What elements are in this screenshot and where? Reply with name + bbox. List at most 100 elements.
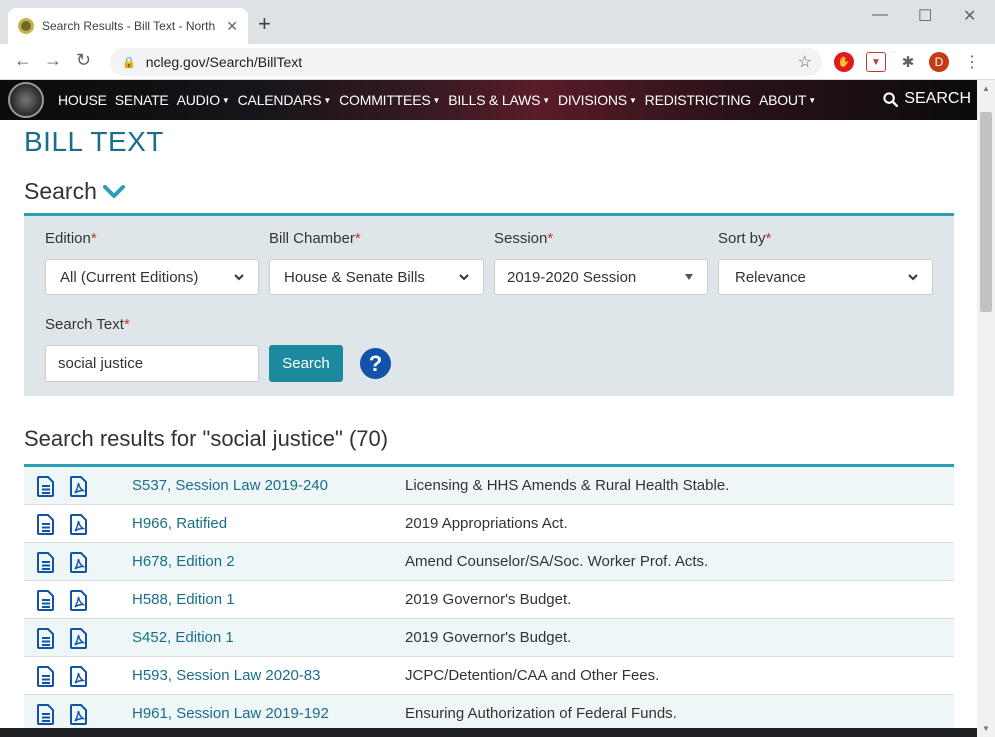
nc-seal-logo[interactable] [8,82,44,118]
adblock-extension-icon[interactable]: ✋ [834,52,854,72]
nav-item-calendars[interactable]: CALENDARS ▼ [238,92,332,108]
taskbar [0,728,977,737]
window-close-icon[interactable]: ✕ [963,6,976,26]
dropdown-arrow-icon [234,273,244,280]
caret-down-icon: ▼ [432,96,441,105]
bill-link[interactable]: H593, Session Law 2020-83 [132,667,320,684]
nav-item-house[interactable]: HOUSE [58,92,107,108]
url-text: ncleg.gov/Search/BillText [145,54,303,70]
search-icon [883,91,899,107]
document-icon[interactable] [37,666,55,687]
reload-icon[interactable]: ↻ [76,50,91,71]
search-form-panel: Edition* Bill Chamber* Session* Sort by*… [24,213,954,396]
pdf-icon[interactable] [70,666,88,687]
bill-link[interactable]: S537, Session Law 2019-240 [132,477,328,494]
extensions-puzzle-icon[interactable]: ✱ [898,52,918,72]
caret-down-icon: ▼ [323,96,332,105]
search-heading: Search [24,178,97,204]
table-row: S537, Session Law 2019-240 Licensing & HH… [24,467,954,505]
bill-description: Licensing & HHS Amends & Rural Health St… [405,477,730,494]
bill-description: 2019 Governor's Budget. [405,591,572,608]
minimize-icon[interactable]: — [872,6,888,24]
pdf-icon[interactable] [70,704,88,725]
bill-description: Amend Counselor/SA/Soc. Worker Prof. Act… [405,553,709,570]
document-icon[interactable] [37,704,55,725]
search-button[interactable]: Search [269,345,343,382]
browser-menu-icon[interactable]: ⋮ [962,52,982,72]
bill-description: 2019 Governor's Budget. [405,629,572,646]
sort-label: Sort by* [718,230,772,247]
bill-link[interactable]: S452, Edition 1 [132,629,234,646]
lock-icon: 🔒 [122,56,136,69]
edition-select[interactable]: All (Current Editions) [45,259,259,295]
bookmark-star-icon[interactable]: ☆ [798,52,812,72]
bill-link[interactable]: H961, Session Law 2019-192 [132,705,329,722]
document-icon[interactable] [37,476,55,497]
caret-down-icon: ▼ [628,96,637,105]
bill-link[interactable]: H966, Ratified [132,515,227,532]
caret-down-icon: ▼ [542,96,550,105]
scroll-up-arrow-icon[interactable]: ▲ [982,84,990,93]
forward-arrow-icon[interactable]: → [44,50,62,71]
pocket-extension-icon[interactable]: ▼ [866,52,886,72]
new-tab-button[interactable]: + [258,12,271,36]
table-row: H593, Session Law 2020-83 JCPC/Detention/… [24,657,954,695]
results-heading: Search results for "social justice" (70) [24,426,389,451]
bill-link[interactable]: H588, Edition 1 [132,591,235,608]
browser-tabstrip: Search Results - Bill Text - North ✕ + —… [0,0,995,44]
table-row: H588, Edition 1 2019 Governor's Budget. [24,581,954,619]
browser-toolbar: ← → ↻ 🔒 ncleg.gov/Search/BillText ☆ ✋ ▼ … [0,44,995,80]
results-table: S537, Session Law 2019-240 Licensing & HH… [24,464,954,733]
document-icon[interactable] [37,552,55,573]
table-row: H678, Edition 2 Amend Counselor/SA/Soc. W… [24,543,954,581]
page-scrollbar[interactable]: ▲ ▼ [977,80,995,737]
caret-down-icon: ▼ [808,96,816,105]
pdf-icon[interactable] [70,476,88,497]
search-section-toggle[interactable]: Search [24,178,125,205]
site-navbar: HOUSE SENATE AUDIO ▼ CALENDARS ▼ COMMITTEES ▼ BI… [0,80,977,120]
nav-item-redistricting[interactable]: REDISTRICTING [645,92,751,108]
chevron-down-icon [102,184,125,198]
pdf-icon[interactable] [70,590,88,611]
scrollbar-thumb[interactable] [980,112,992,312]
table-row: S452, Edition 1 2019 Governor's Budget. [24,619,954,657]
nav-item-audio[interactable]: AUDIO ▼ [177,92,230,108]
scroll-down-arrow-icon[interactable]: ▼ [982,724,990,733]
nav-item-divisions[interactable]: DIVISIONS ▼ [558,92,637,108]
dropdown-arrow-icon [908,273,918,280]
pdf-icon[interactable] [70,514,88,535]
maximize-icon[interactable]: ☐ [918,6,932,26]
sort-select[interactable]: Relevance [718,259,933,295]
nav-item-senate[interactable]: SENATE [115,92,169,108]
bill-description: Ensuring Authorization of Federal Funds. [405,705,677,722]
tab-title: Search Results - Bill Text - North [42,19,216,33]
browser-tab[interactable]: Search Results - Bill Text - North ✕ [8,8,248,44]
help-icon[interactable]: ? [360,348,391,379]
pdf-icon[interactable] [70,628,88,649]
session-select[interactable]: 2019-2020 Session [494,259,708,295]
nav-item-about[interactable]: ABOUT ▼ [759,92,816,108]
nav-menu: HOUSE SENATE AUDIO ▼ CALENDARS ▼ COMMITTEES ▼ BI… [58,92,824,108]
session-label: Session* [494,230,554,247]
site-favicon-icon [18,18,34,34]
nav-item-committees[interactable]: COMMITTEES ▼ [339,92,440,108]
search-text-input[interactable]: social justice [45,345,259,382]
document-icon[interactable] [37,628,55,649]
tab-close-icon[interactable]: ✕ [226,18,238,35]
address-bar[interactable]: 🔒 ncleg.gov/Search/BillText ☆ [110,48,822,76]
bill-link[interactable]: H678, Edition 2 [132,553,235,570]
document-icon[interactable] [37,590,55,611]
chamber-select[interactable]: House & Senate Bills [269,259,484,295]
page-title: BILL TEXT [24,126,164,157]
nav-search-button[interactable]: SEARCH [883,90,971,108]
nav-item-bills-laws[interactable]: BILLS & LAWS ▼ [448,92,550,108]
bill-description: 2019 Appropriations Act. [405,515,568,532]
back-arrow-icon[interactable]: ← [14,50,32,71]
search-text-label: Search Text* [45,316,130,333]
table-row: H966, Ratified 2019 Appropriations Act. [24,505,954,543]
profile-avatar[interactable]: D [929,52,949,72]
pdf-icon[interactable] [70,552,88,573]
caret-down-icon: ▼ [221,96,230,105]
dropdown-arrow-icon [459,273,469,280]
document-icon[interactable] [37,514,55,535]
